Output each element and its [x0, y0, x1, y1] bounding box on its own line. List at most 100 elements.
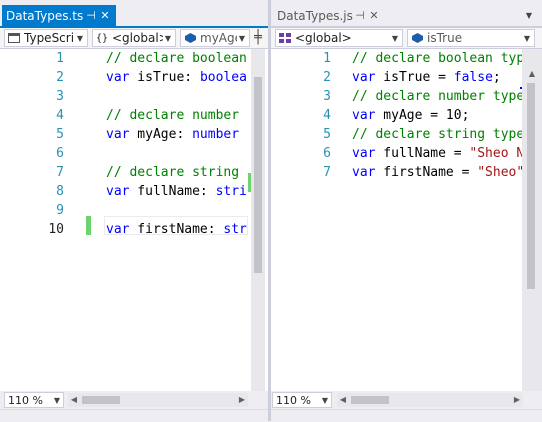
code-line: // declare string — [106, 163, 239, 182]
line-number: 6 — [323, 146, 331, 161]
scope-dropdown[interactable]: {} <global> ▼ — [92, 29, 176, 47]
code-line: // declare string type — [352, 125, 524, 144]
scroll-up-arrow[interactable]: ▲ — [525, 68, 539, 80]
scroll-left-arrow[interactable]: ◀ — [337, 393, 349, 407]
scope-label: <global> — [112, 31, 163, 45]
zoom-dropdown[interactable]: 110 % ▼ — [272, 392, 332, 408]
scroll-left-arrow[interactable]: ◀ — [68, 393, 80, 407]
project-dropdown[interactable]: TypeScrip ▼ — [4, 29, 88, 47]
horizontal-scrollbar[interactable]: ◀ ▶ — [337, 393, 523, 407]
split-window-icon[interactable]: ╪ — [252, 30, 264, 46]
zoom-level: 110 % — [8, 393, 43, 407]
code-editor[interactable]: 1 2 3 4 5 6 7 8 9 10 // declare boolean v… — [0, 49, 268, 391]
chevron-down-icon: ▼ — [76, 33, 84, 43]
code-line: var fullName = "Sheo N — [352, 144, 524, 163]
code-line: var isTrue: boolea — [106, 68, 247, 87]
chevron-down-icon: ▼ — [391, 33, 399, 43]
code-token: "Sheo" — [477, 165, 525, 180]
code-token: myAge: — [129, 127, 193, 142]
code-line: // declare number — [106, 106, 239, 125]
javascript-editor-pane: DataTypes.js ⊣ ✕ ▼ <global> ▼ isTrue ▼ 1… — [271, 0, 542, 422]
code-line: // declare number type — [352, 87, 524, 106]
line-number: 4 — [323, 108, 331, 123]
code-token: // declare number — [106, 108, 240, 123]
code-editor[interactable]: 1 2 3 4 5 6 7 // declare boolean typ var … — [271, 49, 542, 391]
code-line: var firstName: str — [106, 220, 247, 239]
code-token: var — [106, 222, 130, 237]
line-number: 5 — [323, 127, 331, 142]
global-scope-icon — [278, 33, 292, 43]
code-token: str — [223, 222, 247, 237]
chevron-down-icon: ▼ — [164, 33, 172, 43]
line-number-current: 10 — [48, 222, 64, 237]
zoom-level: 110 % — [276, 393, 311, 407]
line-number: 3 — [323, 89, 331, 104]
code-token: // declare boolean — [106, 51, 247, 66]
scroll-right-arrow[interactable]: ▶ — [236, 393, 248, 407]
code-line: var fullName: stri — [106, 182, 247, 201]
code-token: var — [352, 70, 376, 85]
code-token: isTrue: — [129, 70, 200, 85]
code-line: var isTrue = false; — [352, 68, 501, 87]
typescript-editor-pane: DataTypes.ts ⊣ ✕ TypeScrip ▼ {} <global>… — [0, 0, 268, 422]
line-number: 1 — [323, 51, 331, 66]
code-token: var — [352, 165, 376, 180]
chevron-down-icon: ▼ — [523, 33, 531, 43]
pin-icon[interactable]: ⊣ — [353, 9, 367, 22]
scope-dropdown[interactable]: <global> ▼ — [275, 29, 403, 47]
scope-label: <global> — [295, 31, 352, 45]
project-icon — [7, 33, 21, 43]
navigation-bar: <global> ▼ isTrue ▼ — [271, 28, 542, 49]
close-icon[interactable]: ✕ — [367, 9, 381, 22]
member-label: isTrue — [427, 31, 463, 45]
code-line: // declare boolean typ — [352, 49, 524, 68]
scroll-thumb[interactable] — [527, 83, 535, 289]
code-token: myAge = 10; — [375, 108, 470, 123]
tab-datatypes-ts[interactable]: DataTypes.ts ⊣ ✕ — [2, 5, 116, 26]
pin-icon[interactable]: ⊣ — [84, 9, 98, 22]
code-token: var — [352, 146, 376, 161]
vertical-scrollbar[interactable]: ▲ — [522, 49, 542, 391]
chevron-down-icon: ▼ — [321, 395, 328, 405]
line-number: 3 — [56, 89, 64, 104]
changed-line-indicator — [86, 216, 91, 235]
line-number: 7 — [323, 165, 331, 180]
code-token: fullName: — [129, 184, 216, 199]
zoom-dropdown[interactable]: 110 % ▼ — [4, 392, 64, 408]
scroll-right-arrow[interactable]: ▶ — [511, 393, 523, 407]
editor-bottom-bar: 110 % ▼ ◀ ▶ — [271, 391, 542, 409]
tab-datatypes-js[interactable]: DataTypes.js ⊣ ✕ — [273, 5, 385, 26]
member-dropdown[interactable]: isTrue ▼ — [407, 29, 535, 47]
code-token: isTrue = — [375, 70, 454, 85]
scroll-thumb[interactable] — [351, 396, 389, 404]
scroll-thumb[interactable] — [82, 396, 120, 404]
line-number: 8 — [56, 184, 64, 199]
vertical-scrollbar[interactable] — [251, 49, 265, 391]
status-strip — [271, 409, 542, 422]
code-token: var — [352, 108, 376, 123]
project-label: TypeScrip — [24, 31, 75, 45]
status-strip — [0, 409, 268, 422]
scroll-thumb[interactable] — [254, 77, 262, 273]
code-token: stri — [215, 184, 247, 199]
code-token: fullName = — [375, 146, 470, 161]
line-number: 9 — [56, 203, 64, 218]
field-icon — [183, 33, 197, 43]
navigation-bar: TypeScrip ▼ {} <global> ▼ myAge ▼ ╪ — [0, 28, 268, 49]
code-token: boolea — [199, 70, 247, 85]
close-icon[interactable]: ✕ — [98, 9, 112, 22]
code-token: firstName = — [375, 165, 478, 180]
code-token: var — [106, 70, 130, 85]
code-token: false — [453, 70, 493, 85]
horizontal-scrollbar[interactable]: ◀ ▶ — [68, 393, 248, 407]
member-dropdown[interactable]: myAge ▼ — [180, 29, 250, 47]
scope-braces-icon: {} — [95, 32, 109, 44]
line-number-gutter: 1 2 3 4 5 6 7 — [271, 49, 345, 391]
chevron-down-icon[interactable]: ▼ — [523, 10, 535, 22]
line-number-gutter: 1 2 3 4 5 6 7 8 9 10 — [0, 49, 91, 391]
code-token: // declare number type — [352, 89, 525, 104]
line-number: 2 — [323, 70, 331, 85]
field-icon — [410, 33, 424, 43]
line-number: 4 — [56, 108, 64, 123]
code-token: firstName: — [129, 222, 224, 237]
